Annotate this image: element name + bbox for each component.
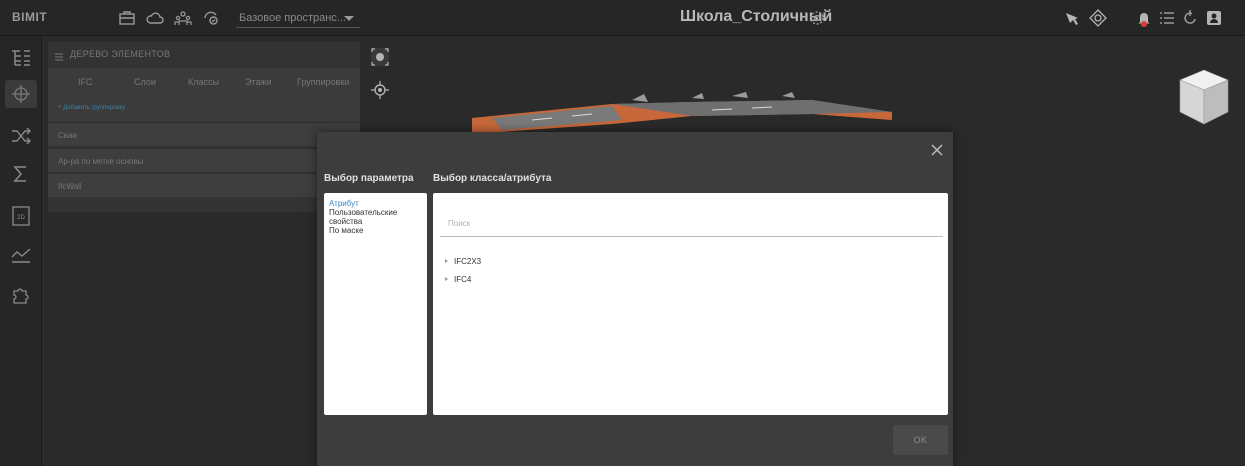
notification-dot [1141, 21, 1147, 27]
orbit-icon[interactable] [1089, 9, 1107, 27]
add-grouping-link[interactable]: + Добавить группировку [58, 105, 125, 111]
search-input[interactable] [440, 211, 943, 237]
tree-node-label: IFC4 [454, 275, 472, 284]
fit-view-icon[interactable] [369, 46, 391, 68]
compass-icon[interactable] [1063, 9, 1081, 27]
tab-ifc[interactable]: IFC [78, 77, 93, 87]
left-sidebar: 2D [0, 36, 42, 466]
tree-node-ifc2x3[interactable]: IFC2X3 [445, 257, 481, 266]
target-icon[interactable] [369, 79, 391, 101]
tree-row[interactable]: Ар-ра по метке основы [48, 148, 360, 172]
tab-layers[interactable]: Слои [134, 77, 156, 87]
shuffle-icon[interactable] [5, 122, 37, 150]
tree-row[interactable]: Сваи [48, 122, 360, 146]
ok-button[interactable]: OK [893, 425, 948, 455]
class-attribute-panel: IFC2X3 IFC4 [433, 193, 948, 415]
param-option-by-mask[interactable]: По маске [329, 226, 422, 235]
tree-structure-icon[interactable] [5, 44, 37, 72]
users-icon[interactable] [174, 9, 192, 27]
app-logo: BIMIT [12, 10, 48, 24]
chevron-right-icon [445, 277, 448, 281]
bimit-app: BIMIT Базовое пространс... Школа_Столичн… [0, 0, 1245, 466]
list-icon[interactable] [1158, 9, 1176, 27]
top-bar: BIMIT Базовое пространс... Школа_Столичн… [0, 0, 1245, 36]
tab-floors[interactable]: Этажи [245, 77, 272, 87]
briefcase-icon[interactable] [118, 9, 136, 27]
puzzle-icon[interactable] [5, 280, 37, 308]
tree-panel-header: ДЕРЕВО ЭЛЕМЕНТОВ [48, 42, 360, 66]
rotate-3d-icon[interactable] [5, 80, 37, 108]
chevron-right-icon [445, 259, 448, 263]
sync-icon[interactable] [202, 9, 220, 27]
chevron-down-icon [344, 16, 354, 21]
parameter-dialog: Выбор параметра Выбор класса/атрибута Ат… [317, 132, 953, 466]
tree-row[interactable]: IfcWall [48, 173, 360, 197]
tab-groupings[interactable]: Группировки [297, 77, 349, 87]
chart-icon[interactable] [5, 240, 37, 268]
view-cube[interactable] [1178, 68, 1230, 126]
workspace-select[interactable]: Базовое пространс... [236, 9, 360, 28]
2d-plan-icon[interactable]: 2D [5, 202, 37, 230]
element-tree-panel: ДЕРЕВО ЭЛЕМЕНТОВ IFC Слои Классы Этажи Г… [48, 42, 360, 212]
tab-classes[interactable]: Классы [188, 77, 219, 87]
3d-model-view[interactable] [392, 90, 932, 134]
tree-panel-title: ДЕРЕВО ЭЛЕМЕНТОВ [70, 49, 171, 59]
workspace-select-value: Базовое пространс... [239, 12, 346, 24]
sigma-icon[interactable] [5, 160, 37, 188]
param-option-custom-properties[interactable]: Пользовательские свойства [329, 208, 422, 226]
param-column-title: Выбор параметра [324, 173, 414, 184]
tree-node-label: IFC2X3 [454, 257, 482, 266]
close-icon[interactable] [930, 143, 944, 157]
cloud-icon[interactable] [146, 9, 164, 27]
refresh-icon[interactable] [1181, 9, 1199, 27]
param-option-attribute[interactable]: Атрибут [329, 199, 422, 208]
param-list: Атрибут Пользовательские свойства По мас… [324, 193, 427, 415]
gear-icon[interactable] [808, 9, 826, 27]
svg-text:2D: 2D [17, 215, 25, 221]
tree-node-ifc4[interactable]: IFC4 [445, 275, 471, 284]
class-column-title: Выбор класса/атрибута [433, 173, 552, 184]
user-icon[interactable] [1205, 9, 1223, 27]
menu-icon[interactable] [54, 49, 64, 61]
